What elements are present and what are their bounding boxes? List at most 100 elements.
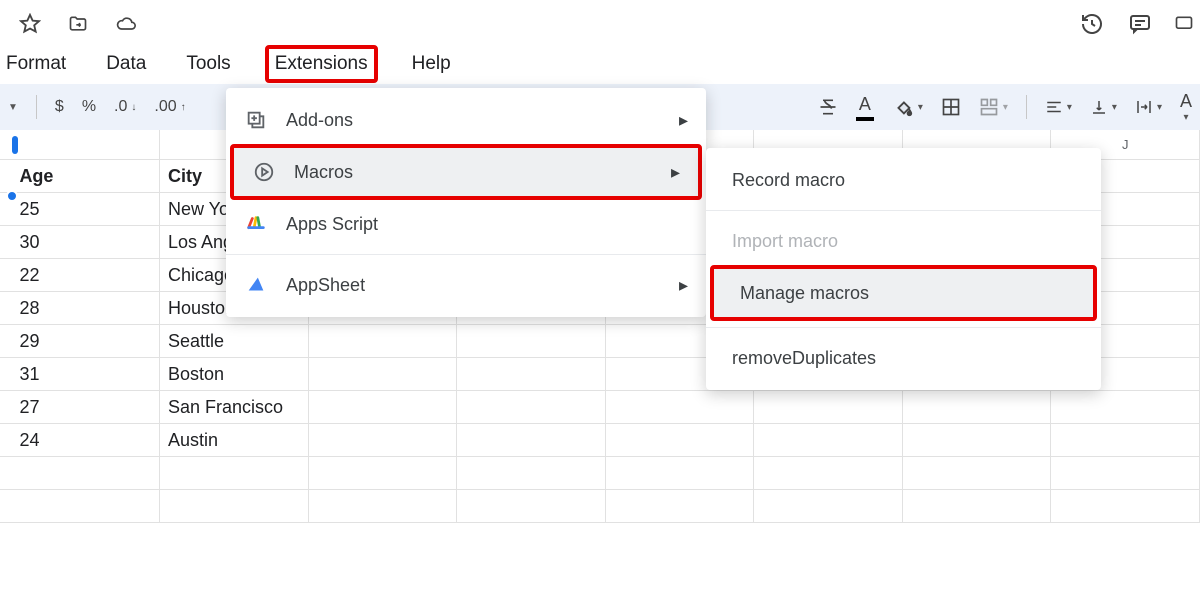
cell-age[interactable]: 30 — [11, 226, 160, 258]
cell[interactable] — [11, 457, 160, 489]
cell[interactable] — [903, 457, 1052, 489]
menu-item-label: Apps Script — [286, 214, 378, 235]
cell[interactable] — [606, 424, 755, 456]
menu-extensions[interactable]: Extensions — [265, 45, 378, 83]
cell[interactable] — [606, 457, 755, 489]
cell-age[interactable]: 24 — [11, 424, 160, 456]
rotation-button[interactable]: A ▾ — [1180, 91, 1192, 123]
menu-item-label: Add-ons — [286, 110, 353, 131]
submenu-arrow-icon: ▸ — [671, 162, 680, 183]
menu-help[interactable]: Help — [406, 49, 457, 79]
extensions-menu: Add-ons ▸ Macros ▸ Apps Script AppSheet … — [226, 88, 706, 317]
submenu-arrow-icon: ▸ — [679, 110, 688, 131]
cloud-status-icon[interactable] — [112, 10, 140, 38]
menu-item-addons[interactable]: Add-ons ▸ — [226, 96, 706, 144]
cell[interactable] — [309, 457, 458, 489]
cell[interactable] — [11, 490, 160, 522]
cell[interactable] — [457, 424, 606, 456]
cell-city[interactable]: Boston — [160, 358, 309, 390]
cell-age[interactable]: 28 — [11, 292, 160, 324]
menu-item-macros[interactable]: Macros ▸ — [234, 148, 698, 196]
col-header[interactable] — [12, 130, 161, 159]
addons-icon — [244, 109, 268, 131]
cell[interactable] — [606, 391, 755, 423]
cell[interactable] — [754, 391, 903, 423]
cell[interactable] — [309, 358, 458, 390]
borders-button[interactable] — [941, 97, 961, 117]
align-button[interactable]: ▾ — [1045, 98, 1072, 116]
cell[interactable] — [457, 325, 606, 357]
present-icon[interactable] — [1174, 10, 1194, 38]
fill-color-button[interactable]: ▾ — [892, 96, 923, 118]
selection-handle[interactable] — [6, 190, 18, 202]
text-color-button[interactable]: A — [856, 94, 874, 121]
menu-divider — [706, 327, 1101, 328]
menu-divider — [706, 210, 1101, 211]
cell[interactable] — [1051, 457, 1200, 489]
cell[interactable] — [1051, 391, 1200, 423]
toolbar-separator — [1026, 95, 1027, 119]
cell-city[interactable]: Austin — [160, 424, 309, 456]
merge-cells-button[interactable]: ▾ — [979, 97, 1008, 117]
menu-item-apps-script[interactable]: Apps Script — [226, 200, 706, 248]
cell[interactable] — [903, 424, 1052, 456]
submenu-arrow-icon: ▸ — [679, 275, 688, 296]
apps-script-icon — [244, 213, 268, 235]
currency-button[interactable]: $ — [55, 98, 64, 116]
move-to-folder-icon[interactable] — [64, 10, 92, 38]
cell-city[interactable]: Seattle — [160, 325, 309, 357]
strikethrough-button[interactable] — [818, 97, 838, 117]
menu-item-label: Manage macros — [740, 283, 869, 304]
cell[interactable] — [160, 490, 309, 522]
cell[interactable] — [457, 457, 606, 489]
menu-item-record-macro[interactable]: Record macro — [706, 156, 1101, 204]
cell-age[interactable]: 31 — [11, 358, 160, 390]
cell[interactable] — [903, 490, 1052, 522]
menu-item-custom-macro[interactable]: removeDuplicates — [706, 334, 1101, 382]
menu-item-import-macro: Import macro — [706, 217, 1101, 265]
cell[interactable] — [309, 424, 458, 456]
cell[interactable] — [1051, 424, 1200, 456]
valign-button[interactable]: ▾ — [1090, 98, 1117, 116]
menu-item-manage-macros[interactable]: Manage macros — [714, 269, 1093, 317]
increase-decimal-button[interactable]: .00↑ — [154, 98, 185, 116]
percent-button[interactable]: % — [82, 98, 96, 116]
history-icon[interactable] — [1078, 10, 1106, 38]
cell[interactable] — [754, 424, 903, 456]
cell[interactable] — [606, 490, 755, 522]
menu-item-label: AppSheet — [286, 275, 365, 296]
cell[interactable] — [754, 490, 903, 522]
cell[interactable] — [457, 490, 606, 522]
menu-item-label: Macros — [294, 162, 353, 183]
menu-item-label: removeDuplicates — [732, 348, 876, 369]
toolbar-separator — [36, 95, 37, 119]
cell[interactable] — [754, 457, 903, 489]
cell[interactable] — [309, 391, 458, 423]
cell[interactable] — [903, 391, 1052, 423]
menu-item-appsheet[interactable]: AppSheet ▸ — [226, 261, 706, 309]
cell[interactable] — [457, 358, 606, 390]
appsheet-icon — [244, 274, 268, 296]
menu-format[interactable]: Format — [0, 49, 72, 79]
more-formats-dropdown[interactable]: ▼ — [8, 102, 18, 113]
macros-icon — [252, 161, 276, 183]
header-cell-age[interactable]: Age — [11, 160, 160, 192]
wrap-button[interactable]: ▾ — [1135, 98, 1162, 116]
cell-age[interactable]: 25 — [11, 193, 160, 225]
star-icon[interactable] — [16, 10, 44, 38]
menu-tools[interactable]: Tools — [180, 49, 236, 79]
cell[interactable] — [1051, 490, 1200, 522]
cell-city[interactable]: San Francisco — [160, 391, 309, 423]
menu-data[interactable]: Data — [100, 49, 152, 79]
cell[interactable] — [309, 490, 458, 522]
cell-age[interactable]: 22 — [11, 259, 160, 291]
cell[interactable] — [309, 325, 458, 357]
cell-age[interactable]: 29 — [11, 325, 160, 357]
cell[interactable] — [160, 457, 309, 489]
decrease-decimal-button[interactable]: .0↓ — [114, 98, 136, 116]
menu-item-label: Record macro — [732, 170, 845, 191]
cell[interactable] — [457, 391, 606, 423]
cell-age[interactable]: 27 — [11, 391, 160, 423]
comments-icon[interactable] — [1126, 10, 1154, 38]
menu-divider — [226, 254, 706, 255]
